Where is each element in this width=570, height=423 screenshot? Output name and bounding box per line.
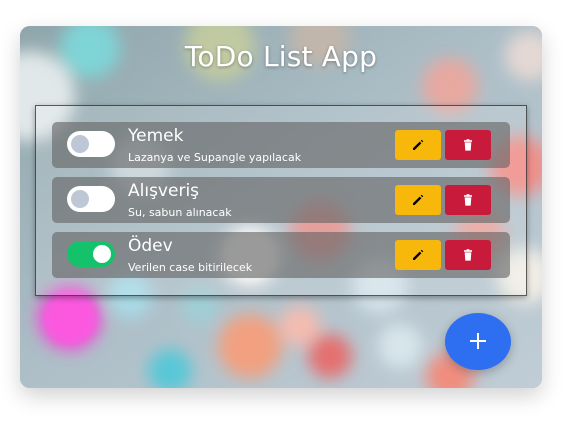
pencil-icon	[413, 139, 424, 150]
plus-icon	[470, 333, 486, 349]
edit-button[interactable]	[395, 130, 441, 160]
add-todo-button[interactable]	[445, 313, 511, 370]
todo-list: Yemek Lazanya ve Supangle yapılacak Alış…	[35, 105, 527, 296]
toggle-switch[interactable]	[67, 241, 115, 267]
todo-title: Ödev	[128, 236, 173, 256]
delete-button[interactable]	[445, 130, 491, 160]
delete-button[interactable]	[445, 185, 491, 215]
edit-button[interactable]	[395, 185, 441, 215]
todo-item: Alışveriş Su, sabun alınacak	[52, 177, 510, 223]
toggle-knob	[71, 135, 89, 153]
trash-icon	[464, 194, 472, 206]
page-title: ToDo List App	[184, 40, 378, 73]
trash-icon	[464, 139, 472, 151]
toggle-switch[interactable]	[67, 131, 115, 157]
pencil-icon	[413, 249, 424, 260]
todo-title: Yemek	[128, 126, 184, 146]
todo-item: Ödev Verilen case bitirilecek	[52, 232, 510, 278]
todo-title: Alışveriş	[128, 181, 200, 201]
todo-description: Lazanya ve Supangle yapılacak	[128, 151, 302, 164]
edit-button[interactable]	[395, 240, 441, 270]
toggle-switch[interactable]	[67, 186, 115, 212]
todo-description: Verilen case bitirilecek	[128, 261, 253, 274]
todo-description: Su, sabun alınacak	[128, 206, 232, 219]
trash-icon	[464, 249, 472, 261]
delete-button[interactable]	[445, 240, 491, 270]
toggle-knob	[93, 245, 111, 263]
toggle-knob	[71, 190, 89, 208]
pencil-icon	[413, 194, 424, 205]
todo-item: Yemek Lazanya ve Supangle yapılacak	[52, 122, 510, 168]
todo-app-card: ToDo List App Yemek Lazanya ve Supangle …	[20, 26, 542, 388]
